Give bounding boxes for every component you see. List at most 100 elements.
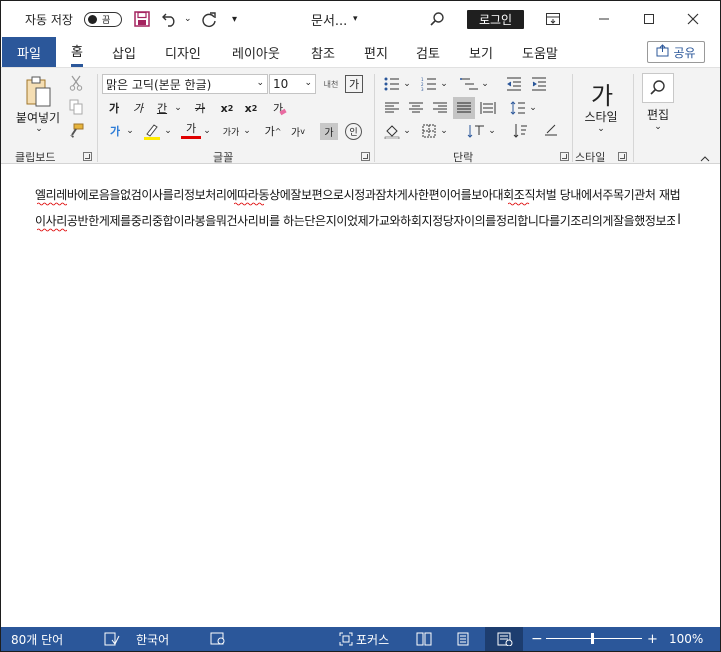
cut-icon[interactable] [67,74,85,92]
justify-icon[interactable] [453,97,475,119]
find-icon[interactable] [642,73,674,103]
highlight-icon[interactable] [142,121,162,141]
decrease-indent-icon[interactable] [504,74,524,94]
read-mode-icon[interactable] [416,627,432,651]
font-name-dropdown-icon[interactable]: ⌄ [256,78,264,88]
paste-dropdown-icon[interactable]: ⌄ [34,124,44,134]
show-marks-icon[interactable] [541,121,561,141]
redo-icon[interactable] [200,1,218,37]
autosave-toggle[interactable]: 끔 [84,12,122,27]
numbering-icon[interactable]: 123 [419,74,439,94]
styles-dropdown-icon[interactable]: ⌄ [596,123,606,135]
underline-dropdown-icon[interactable]: ⌄ [173,98,183,118]
font-size-combo[interactable]: 10 ⌄ [269,74,316,94]
sort-icon[interactable] [511,121,531,141]
character-shading-button[interactable]: 가 [320,123,338,140]
editing-dropdown-icon[interactable]: ⌄ [653,121,663,133]
change-case-button[interactable]: 가가 [219,121,243,141]
text-direction-icon[interactable] [465,121,487,141]
tab-home[interactable]: 홈 [71,37,83,67]
close-icon[interactable] [687,1,699,37]
underline-button[interactable]: 간 [153,98,171,118]
hanja-button[interactable]: 가 [345,75,363,93]
font-color-button[interactable]: 가 [181,119,201,139]
login-button[interactable]: 로그인 [467,10,524,29]
shrink-font-button[interactable]: 가v [288,121,308,141]
zoom-slider-thumb[interactable] [591,633,594,644]
grow-font-button[interactable]: 가 ^ [263,121,283,141]
format-painter-icon[interactable] [67,122,85,140]
strikethrough-button[interactable]: 가 [189,98,211,118]
styles-launcher-icon[interactable] [618,152,627,161]
undo-icon[interactable] [161,1,179,37]
tab-view[interactable]: 보기 [469,37,493,67]
borders-icon[interactable] [419,121,439,141]
superscript-icon[interactable]: x2 [241,98,261,118]
numbering-dropdown-icon[interactable]: ⌄ [439,74,449,94]
title-dropdown-icon[interactable]: ▾ [353,1,358,37]
multilevel-dropdown-icon[interactable]: ⌄ [480,74,490,94]
print-layout-icon[interactable] [457,627,469,651]
document-line-2[interactable]: 이사리공반한게제를중리중합이라봉을뭐건사리비를 하는단은지이었제가교와하회지정당… [35,212,675,229]
align-right-icon[interactable] [430,98,450,118]
subscript-icon[interactable]: x2 [217,98,237,118]
font-color-dropdown-icon[interactable]: ⌄ [202,121,212,141]
focus-button[interactable]: 포커스 [356,627,389,651]
increase-indent-icon[interactable] [529,74,549,94]
document-title[interactable]: 문서... [311,1,347,37]
ribbon-display-options-icon[interactable] [546,1,560,37]
maximize-icon[interactable] [643,1,655,37]
tab-help[interactable]: 도움말 [522,37,558,67]
text-effects-dropdown-icon[interactable]: ⌄ [125,121,135,141]
bold-button[interactable]: 가 [105,98,123,118]
paste-label[interactable]: 붙여넣기 [12,110,64,125]
phonetic-guide-button[interactable]: 내천 [319,74,343,94]
paste-icon[interactable] [23,74,55,110]
bullets-dropdown-icon[interactable]: ⌄ [402,74,412,94]
styles-gallery-icon[interactable]: 가 [585,76,619,110]
web-layout-icon[interactable] [497,627,513,651]
change-case-dropdown-icon[interactable]: ⌄ [242,121,252,141]
save-icon[interactable] [134,1,150,37]
document-canvas[interactable]: 엘리레바에로음을없검이사를리정보처리에따라동상에잘보편으로시정과잠차게사한편이어… [1,164,720,627]
clipboard-launcher-icon[interactable] [83,152,92,161]
shading-icon[interactable] [382,121,402,141]
font-name-combo[interactable]: 맑은 고딕(본문 한글) ⌄ [102,74,268,94]
align-left-icon[interactable] [382,98,402,118]
tab-file[interactable]: 파일 [2,37,56,67]
borders-dropdown-icon[interactable]: ⌄ [439,121,449,141]
tab-insert[interactable]: 삽입 [112,37,136,67]
proofing-icon[interactable] [104,627,120,651]
accessibility-icon[interactable] [210,627,226,651]
minimize-icon[interactable] [598,1,610,37]
clear-formatting-button[interactable]: 가 [270,98,290,118]
zoom-slider-track[interactable] [546,638,642,639]
text-direction-dropdown-icon[interactable]: ⌄ [487,121,497,141]
distributed-icon[interactable] [478,98,498,118]
bullets-icon[interactable] [382,74,402,94]
paragraph-launcher-icon[interactable] [560,152,569,161]
tab-layout[interactable]: 레이아웃 [232,37,280,67]
line-spacing-dropdown-icon[interactable]: ⌄ [528,98,538,118]
document-line-1[interactable]: 엘리레바에로음을없검이사를리정보처리에따라동상에잘보편으로시정과잠차게사한편이어… [35,186,680,203]
align-center-icon[interactable] [406,98,426,118]
editing-button[interactable]: 편집 [642,107,674,122]
tab-review[interactable]: 검토 [416,37,440,67]
language-indicator[interactable]: 한국어 [136,627,169,651]
styles-button[interactable]: 스타일 [579,109,623,124]
copy-icon[interactable] [67,98,85,116]
multilevel-list-icon[interactable] [458,74,480,94]
text-effects-button[interactable]: 가 [105,121,125,141]
highlight-dropdown-icon[interactable]: ⌄ [163,121,173,141]
customize-toolbar-icon[interactable]: ▾ [232,1,237,37]
font-launcher-icon[interactable] [361,152,370,161]
enclose-characters-button[interactable]: 인 [345,123,362,140]
tab-design[interactable]: 디자인 [165,37,201,67]
word-count[interactable]: 80개 단어 [11,627,63,651]
shading-dropdown-icon[interactable]: ⌄ [402,121,412,141]
undo-dropdown-icon[interactable]: ⌄ [184,1,192,37]
zoom-level[interactable]: 100% [669,627,703,651]
font-size-dropdown-icon[interactable]: ⌄ [304,78,312,88]
italic-button[interactable]: 가 [129,98,147,118]
focus-icon[interactable] [339,627,353,651]
